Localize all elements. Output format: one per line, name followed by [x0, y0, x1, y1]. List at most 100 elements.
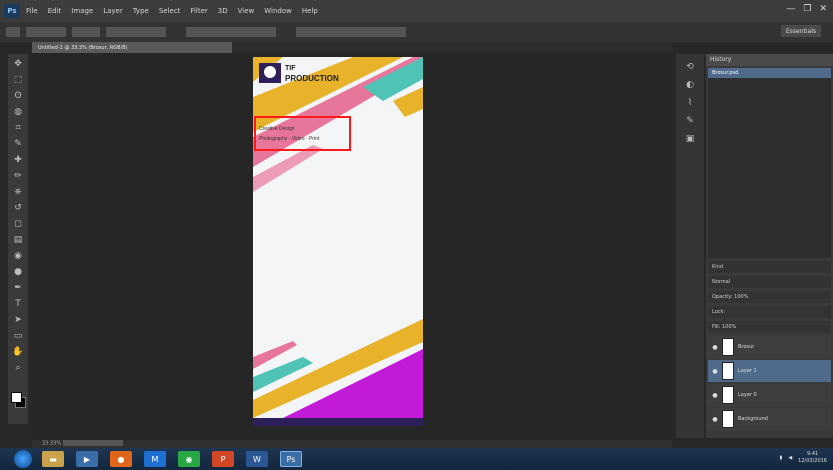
layer-name: Background — [738, 416, 768, 422]
brush-icon[interactable]: ✏ — [12, 170, 24, 182]
lock-controls[interactable]: Lock: — [708, 306, 831, 318]
stamp-icon[interactable]: ⎈ — [12, 186, 24, 198]
start-button[interactable] — [14, 450, 32, 468]
document-tab[interactable]: Untitled-1 @ 33.3% (Brosur, RGB/8) — [32, 42, 232, 53]
layer-filter-kind[interactable]: Kind — [708, 261, 831, 273]
eraser-icon[interactable]: ◻ — [12, 218, 24, 230]
hand-icon[interactable]: ✋ — [12, 346, 24, 358]
menu-window[interactable]: Window — [264, 7, 292, 15]
pen-icon[interactable]: ✒ — [12, 282, 24, 294]
menu-filter[interactable]: Filter — [190, 7, 207, 15]
brush-preset-icon[interactable]: ✎ — [684, 116, 696, 126]
taskbar: ▬ ▶ ● M ◉ P W Ps ▮ ◀ 9:41 12/03/2016 — [0, 448, 833, 470]
menu-edit[interactable]: Edit — [48, 7, 62, 15]
collapsed-panel-strip: ⟲ ◐ ⌇ ✎ ▣ — [676, 54, 704, 438]
option-auto-select[interactable] — [26, 27, 66, 37]
taskbar-app-word[interactable]: W — [246, 451, 268, 467]
clock[interactable]: 9:41 12/03/2016 — [798, 451, 827, 465]
type-icon[interactable]: T — [12, 298, 24, 310]
tools-panel: ✥ ⬚ ʘ ◍ ⌗ ✎ ✚ ✏ ⎈ ↺ ◻ ▤ ◉ ● ✒ T ➤ ▭ ✋ ⌕ — [8, 54, 28, 424]
menu-help[interactable]: Help — [302, 7, 318, 15]
photoshop-logo: Ps — [4, 4, 20, 18]
gradient-icon[interactable]: ▤ — [12, 234, 24, 246]
layer-name: Brosur — [738, 344, 755, 350]
taskbar-app-chrome[interactable]: ◉ — [178, 451, 200, 467]
minimize-button[interactable]: — — [786, 4, 795, 14]
eye-icon[interactable]: ● — [711, 368, 719, 375]
network-icon[interactable]: ▮ — [780, 455, 783, 461]
menu-3d[interactable]: 3D — [218, 7, 228, 15]
document-bottom-band — [253, 418, 423, 426]
taskbar-app-ppt[interactable]: P — [212, 451, 234, 467]
layer-name: Layer 0 — [738, 392, 757, 398]
lasso-icon[interactable]: ʘ — [12, 90, 24, 102]
layer-thumbnail — [722, 362, 734, 380]
system-tray: ▮ ◀ 9:41 12/03/2016 — [780, 451, 827, 465]
zoom-level[interactable]: 33.33% — [42, 441, 61, 447]
marquee-icon[interactable]: ⬚ — [12, 74, 24, 86]
path-select-icon[interactable]: ➤ — [12, 314, 24, 326]
menu-file[interactable]: File — [26, 7, 38, 15]
options-bar — [0, 22, 833, 42]
eye-icon[interactable]: ● — [711, 416, 719, 423]
blend-mode-select[interactable]: Normal — [708, 276, 831, 288]
menubar: Ps File Edit Image Layer Type Select Fil… — [0, 0, 833, 22]
dodge-icon[interactable]: ● — [12, 266, 24, 278]
taskbar-app-photoshop[interactable]: Ps — [280, 451, 302, 467]
eye-icon[interactable]: ● — [711, 392, 719, 399]
opacity-field[interactable]: Opacity: 100% — [708, 291, 831, 303]
history-item[interactable]: Brosur.psd — [708, 68, 831, 78]
align-buttons[interactable] — [186, 27, 276, 37]
taskbar-app-firefox[interactable]: ● — [110, 451, 132, 467]
selection-highlight-box — [254, 116, 351, 151]
brochure-title-line2: PRODUCTION — [285, 74, 339, 83]
distribute-buttons[interactable] — [296, 27, 406, 37]
move-icon[interactable]: ✥ — [12, 58, 24, 70]
healing-icon[interactable]: ✚ — [12, 154, 24, 166]
close-button[interactable]: ✕ — [819, 4, 827, 14]
shape-icon[interactable]: ▭ — [12, 330, 24, 342]
menu-image[interactable]: Image — [71, 7, 93, 15]
taskbar-app-explorer[interactable]: ▬ — [42, 451, 64, 467]
document-canvas[interactable]: TIF PRODUCTION Creative Design Photograp… — [253, 57, 423, 418]
option-group-dropdown[interactable] — [72, 27, 100, 37]
eyedropper-icon[interactable]: ✎ — [12, 138, 24, 150]
zoom-icon[interactable]: ⌕ — [12, 362, 24, 374]
menu-view[interactable]: View — [238, 7, 255, 15]
crop-icon[interactable]: ⌗ — [12, 122, 24, 134]
document-tab-bar: Untitled-1 @ 33.3% (Brosur, RGB/8) — [32, 42, 672, 53]
tool-preset-picker[interactable] — [6, 27, 20, 37]
foreground-color-swatch[interactable] — [11, 392, 22, 403]
brochure-title-line1: TIF — [285, 65, 296, 72]
clock-date: 12/03/2016 — [798, 458, 827, 464]
menu-select[interactable]: Select — [159, 7, 181, 15]
history-icon[interactable]: ⟲ — [684, 62, 696, 72]
color-icon[interactable]: ◐ — [684, 80, 696, 90]
taskbar-app-media[interactable]: ▶ — [76, 451, 98, 467]
layer-row[interactable]: ● Layer 0 — [708, 384, 831, 406]
menu-layer[interactable]: Layer — [103, 7, 123, 15]
brochure-artwork: TIF PRODUCTION Creative Design Photograp… — [253, 57, 423, 418]
doc-info-field — [62, 440, 123, 446]
menu-type[interactable]: Type — [133, 7, 149, 15]
layer-row[interactable]: ● Layer 1 — [708, 360, 831, 382]
volume-icon[interactable]: ◀ — [788, 455, 792, 461]
workspace-switcher[interactable]: Essentials — [781, 25, 821, 37]
panel-header[interactable]: History — [706, 54, 833, 66]
paths-icon[interactable]: ⌇ — [684, 98, 696, 108]
eye-icon[interactable]: ● — [711, 344, 719, 351]
history-brush-icon[interactable]: ↺ — [12, 202, 24, 214]
layer-thumbnail — [722, 338, 734, 356]
layer-thumbnail — [722, 410, 734, 428]
option-transform-controls[interactable] — [106, 27, 166, 37]
maximize-button[interactable]: ❐ — [803, 4, 811, 14]
adjust-icon[interactable]: ▣ — [684, 134, 696, 144]
fill-field[interactable]: Fill: 100% — [708, 321, 831, 333]
clock-time: 9:41 — [806, 451, 819, 457]
status-bar: 33.33% — [32, 440, 672, 448]
layer-row[interactable]: ● Background — [708, 408, 831, 430]
blur-icon[interactable]: ◉ — [12, 250, 24, 262]
quick-select-icon[interactable]: ◍ — [12, 106, 24, 118]
taskbar-app-mail[interactable]: M — [144, 451, 166, 467]
layer-row[interactable]: ● Brosur — [708, 336, 831, 358]
